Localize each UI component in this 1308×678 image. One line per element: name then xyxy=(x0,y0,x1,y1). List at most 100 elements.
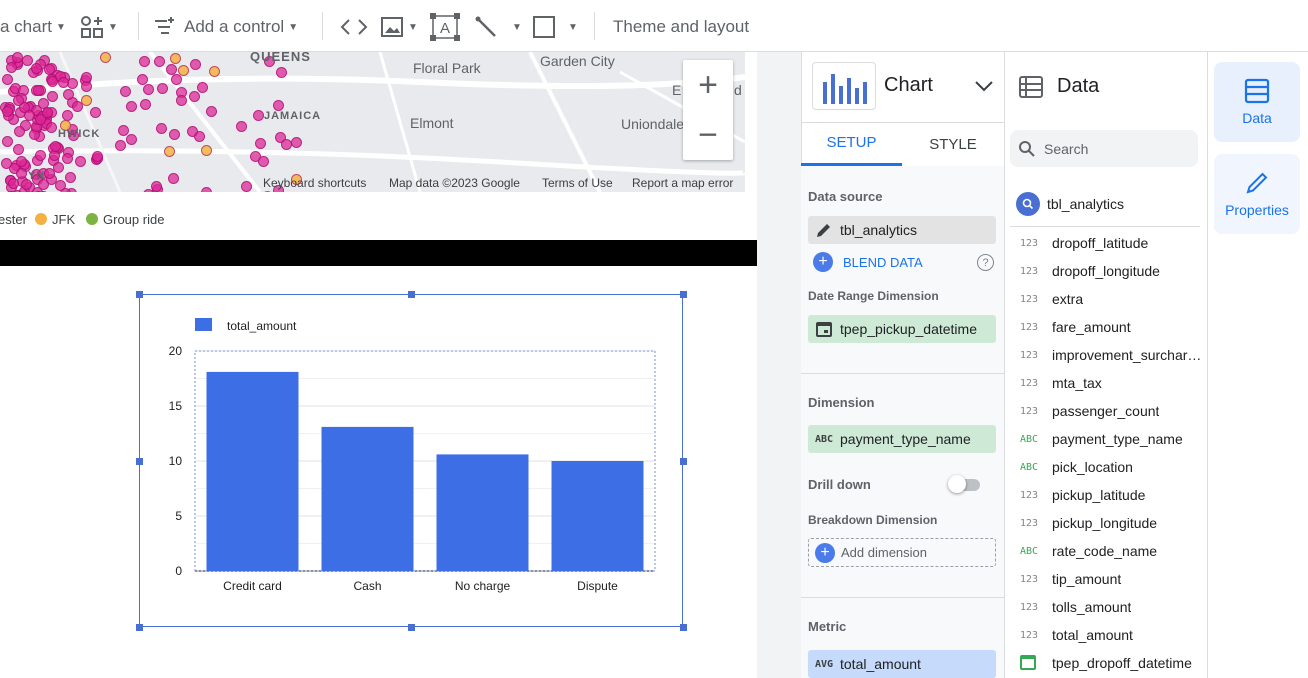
keyboard-shortcuts-link[interactable]: Keyboard shortcuts xyxy=(263,176,366,190)
add-chart-button[interactable]: a chart ▼ xyxy=(0,14,66,40)
chevron-down-icon[interactable] xyxy=(974,78,994,94)
data-source-heading: Data source xyxy=(808,189,883,204)
map-bubble xyxy=(16,168,27,179)
bar[interactable] xyxy=(551,461,644,571)
chevron-down-icon: ▼ xyxy=(288,21,299,33)
dimension-chip[interactable]: ABC payment_type_name xyxy=(808,425,996,453)
blend-data-button[interactable]: + BLEND DATA xyxy=(813,252,923,272)
field-search-input[interactable]: Search xyxy=(1010,130,1198,167)
text-box-button[interactable]: A xyxy=(430,13,460,41)
community-viz-button[interactable]: ▼ xyxy=(80,14,118,40)
field-item[interactable]: 123 total_amount xyxy=(1012,621,1202,649)
plus-circle-icon: + xyxy=(809,542,841,563)
field-item[interactable]: ABC rate_code_name xyxy=(1012,537,1202,565)
y-tick-label: 10 xyxy=(169,454,183,468)
field-item[interactable]: tpep_dropoff_datetime xyxy=(1012,649,1202,677)
map-bubble xyxy=(236,121,247,132)
map-bubble xyxy=(126,101,137,112)
bar[interactable] xyxy=(436,454,529,571)
field-item[interactable]: 123 mta_tax xyxy=(1012,369,1202,397)
drill-down-toggle[interactable] xyxy=(948,475,980,493)
map-bubble xyxy=(100,52,111,63)
report-map-error-link[interactable]: Report a map error xyxy=(632,176,733,190)
field-item[interactable]: ABC payment_type_name xyxy=(1012,425,1202,453)
tab-setup[interactable]: SETUP xyxy=(801,122,902,166)
add-control-button[interactable]: Add a control ▼ xyxy=(152,14,298,40)
field-item[interactable]: 123 dropoff_longitude xyxy=(1012,257,1202,285)
report-canvas: QUEENS Floral Park Garden City JAMAICA E… xyxy=(0,52,763,678)
field-item[interactable]: 123 pickup_latitude xyxy=(1012,481,1202,509)
field-item[interactable]: 123 extra xyxy=(1012,285,1202,313)
map-bubble xyxy=(75,156,86,167)
chart-type-picker[interactable] xyxy=(812,62,876,110)
number-type-icon: 123 xyxy=(1020,601,1039,613)
bar-chart-icon xyxy=(823,74,867,104)
map-bubble xyxy=(22,55,33,66)
resize-handle[interactable] xyxy=(680,458,687,465)
map-bubble xyxy=(262,191,273,192)
date-range-chip[interactable]: tpep_pickup_datetime xyxy=(808,315,996,343)
embed-url-button[interactable] xyxy=(340,14,368,40)
map-bubble xyxy=(8,178,19,189)
resize-handle[interactable] xyxy=(136,291,143,298)
tab-style[interactable]: STYLE xyxy=(902,122,1004,166)
field-item[interactable]: 123 tip_amount xyxy=(1012,565,1202,593)
field-item[interactable]: 123 tolls_amount xyxy=(1012,593,1202,621)
map-bubble xyxy=(47,91,58,102)
image-icon xyxy=(381,17,403,37)
map-bubble xyxy=(258,156,269,167)
map-place-label: Garden City xyxy=(540,53,615,69)
resize-handle[interactable] xyxy=(136,624,143,631)
data-table-icon xyxy=(1244,78,1270,104)
dimension-value: payment_type_name xyxy=(840,431,971,447)
zoom-in-button[interactable]: + xyxy=(683,60,733,110)
resize-handle[interactable] xyxy=(680,624,687,631)
number-type-icon: 123 xyxy=(1020,237,1039,249)
resize-handle[interactable] xyxy=(408,291,415,298)
field-item[interactable]: 123 dropoff_latitude xyxy=(1012,229,1202,257)
resize-handle[interactable] xyxy=(680,291,687,298)
map-bubble xyxy=(197,82,208,93)
bubble-map[interactable]: QUEENS Floral Park Garden City JAMAICA E… xyxy=(0,52,745,192)
map-bubble xyxy=(137,74,148,85)
field-item[interactable]: 123 pickup_longitude xyxy=(1012,509,1202,537)
map-bubble xyxy=(33,85,44,96)
metric-chip[interactable]: AVG total_amount xyxy=(808,650,996,678)
help-icon[interactable]: ? xyxy=(977,254,994,271)
terms-of-use-link[interactable]: Terms of Use xyxy=(542,176,613,190)
pencil-icon xyxy=(808,221,840,239)
map-bubble xyxy=(120,86,131,97)
bar[interactable] xyxy=(321,426,414,571)
bar[interactable] xyxy=(206,371,299,571)
chevron-down-icon: ▼ xyxy=(108,21,118,33)
resize-handle[interactable] xyxy=(408,624,415,631)
field-item[interactable]: 123 improvement_surcharge xyxy=(1012,341,1202,369)
aggregation-badge: AVG xyxy=(814,658,834,670)
map-bubble xyxy=(47,76,58,87)
theme-layout-label: Theme and layout xyxy=(613,17,750,36)
map-bubble xyxy=(255,138,266,149)
resize-handle[interactable] xyxy=(136,458,143,465)
map-bubble xyxy=(154,56,165,67)
chevron-down-icon: ▼ xyxy=(55,21,66,33)
side-tab-data[interactable]: Data xyxy=(1214,62,1300,142)
bar-chart[interactable]: total_amount Credit card Cash No charge Dis… xyxy=(136,291,687,631)
field-item[interactable]: 123 fare_amount xyxy=(1012,313,1202,341)
side-tab-properties[interactable]: Properties xyxy=(1214,154,1300,234)
text-box-icon: A xyxy=(430,13,460,41)
add-dimension-button[interactable]: + Add dimension xyxy=(808,538,996,567)
theme-layout-button[interactable]: Theme and layout xyxy=(613,14,749,40)
zoom-out-button[interactable]: − xyxy=(683,110,733,160)
field-item[interactable]: ABC pick_location xyxy=(1012,453,1202,481)
map-bubble xyxy=(46,122,57,133)
data-table-icon xyxy=(1019,76,1043,98)
line-button[interactable]: ▼ xyxy=(474,14,522,40)
data-source-chip[interactable]: tbl_analytics xyxy=(808,216,996,244)
map-place-label: YN xyxy=(28,170,46,182)
image-button[interactable]: ▼ xyxy=(380,14,418,40)
field-item[interactable]: 123 passenger_count xyxy=(1012,397,1202,425)
map-bubble xyxy=(157,83,168,94)
shape-button[interactable]: ▼ xyxy=(532,14,578,40)
bar-chart-svg: total_amount Credit card Cash No charge Dis… xyxy=(169,318,656,593)
map-bubble-layer xyxy=(0,52,320,192)
